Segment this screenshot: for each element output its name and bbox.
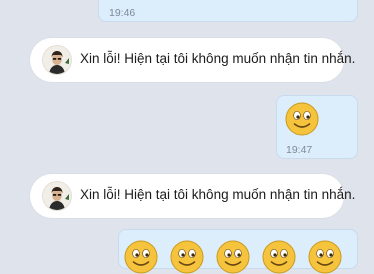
outgoing-message-bubble[interactable] <box>118 229 358 274</box>
outgoing-message-bubble[interactable]: 19:47 <box>276 95 358 159</box>
emoji-row <box>124 240 342 274</box>
message-text: Xin lỗi! Hiện tại tôi không muốn nhận ti… <box>80 187 356 202</box>
smiley-emoji-icon <box>124 240 158 274</box>
message-time: 19:47 <box>286 144 313 156</box>
message-time: 19:46 <box>109 7 136 19</box>
incoming-message-bubble[interactable]: Xin lỗi! Hiện tại tôi không muốn nhận ti… <box>30 174 355 218</box>
incoming-message-bubble[interactable]: Xin lỗi! Hiện tại tôi không muốn nhận ti… <box>30 38 355 82</box>
message-text: Xin lỗi! Hiện tại tôi không muốn nhận ti… <box>80 51 356 66</box>
smiley-emoji-icon <box>308 240 342 274</box>
smiley-emoji-icon <box>216 240 250 274</box>
smiley-emoji-icon <box>262 240 296 274</box>
chat-area[interactable]: 19:46 Xin lỗi! Hiện tại tôi không muốn n… <box>0 0 374 274</box>
avatar[interactable] <box>42 45 72 75</box>
avatar[interactable] <box>42 181 72 211</box>
smiley-emoji-icon <box>170 240 204 274</box>
smiley-emoji-icon <box>285 102 319 136</box>
outgoing-message-bubble[interactable]: 19:46 <box>98 0 358 22</box>
